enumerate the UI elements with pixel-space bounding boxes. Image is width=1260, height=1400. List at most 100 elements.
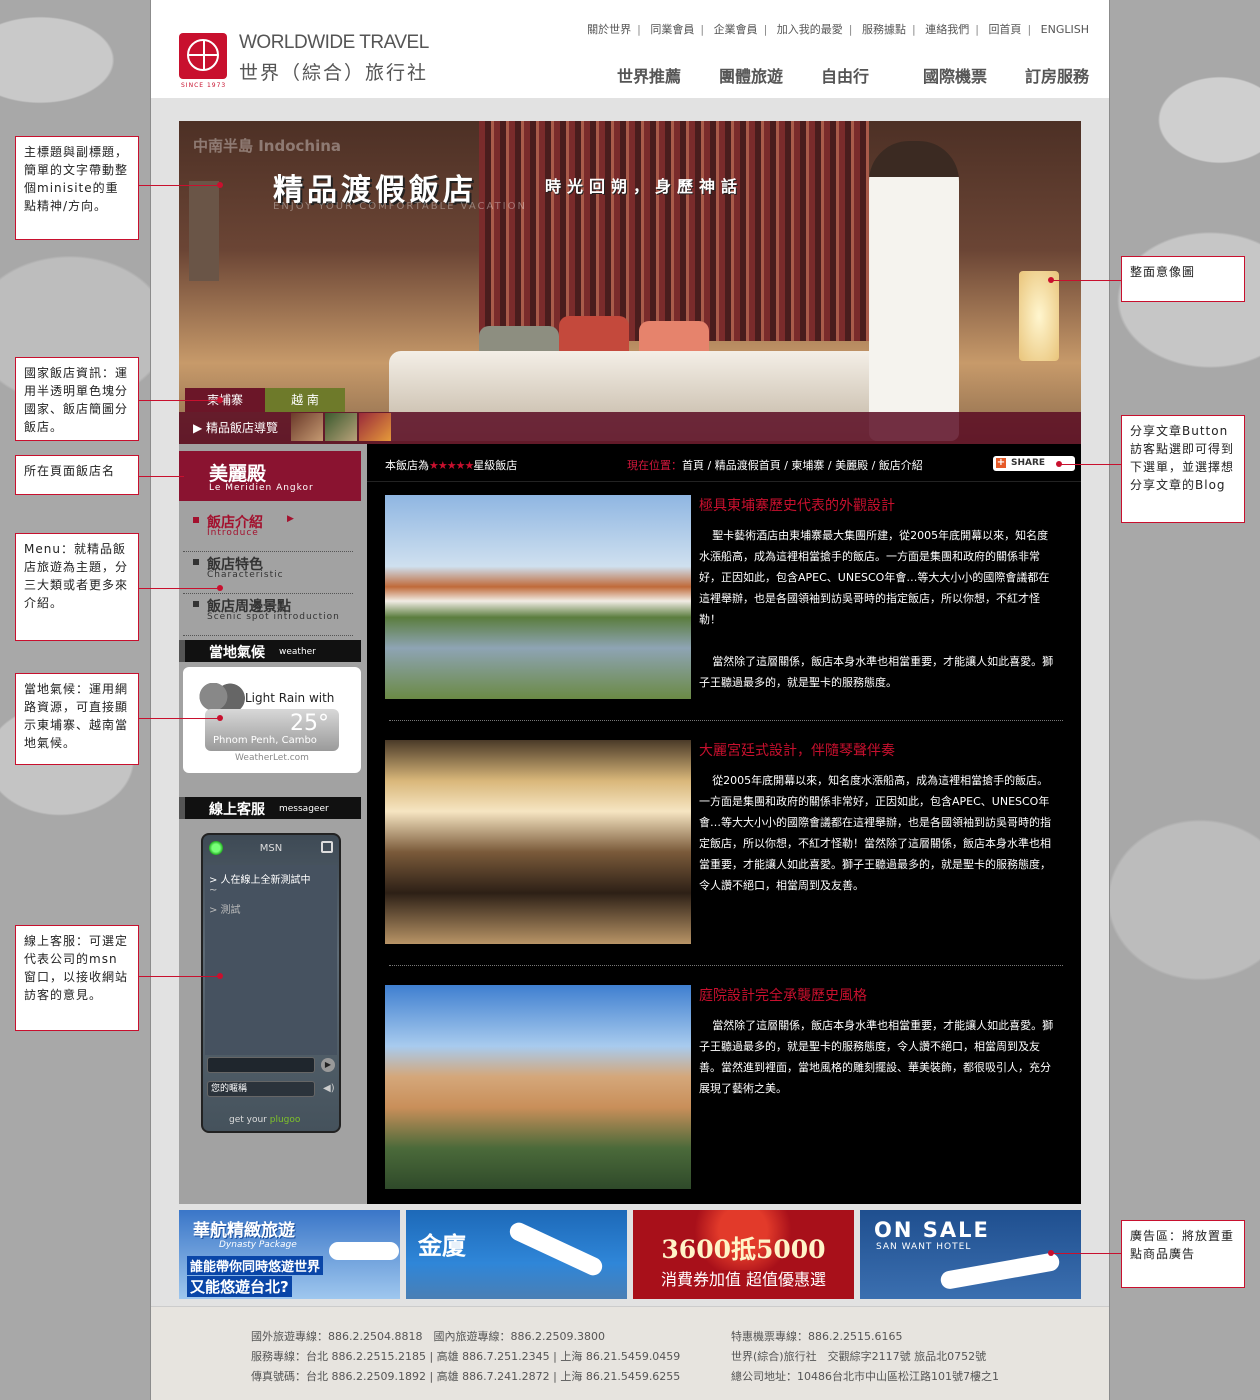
brand-name: plugoo	[269, 1115, 301, 1125]
logo-icon[interactable]	[179, 33, 227, 79]
top-link-corporate-member[interactable]: 企業會員	[714, 21, 758, 37]
msn-nickname-input[interactable]: 您的暱稱	[207, 1081, 315, 1097]
hero-person	[869, 141, 959, 441]
breadcrumb: 現在位置：首頁 / 精品渡假首頁 / 柬埔寨 / 美麗殿 / 飯店介紹	[627, 457, 923, 473]
ad-line: 又能悠遊台北?	[187, 1276, 292, 1297]
article-paragraph: 聖卡藝術酒店由東埔寨最大集團所建，從2005年底開幕以來，知名度水漲船高，成為這…	[699, 529, 1050, 626]
annotation-country-info: 國家飯店資訊：運用半透明單色塊分國家、飯店簡圖分飯店。	[15, 357, 139, 441]
article-body: 當然除了這層關係，飯店本身水準也相當重要，才能讓人如此喜愛。獅子王聽過最多的，就…	[699, 1019, 1054, 1095]
annotation-leader	[139, 185, 220, 186]
annotation-messenger: 線上客服：可選定代表公司的msn窗口，以接收網站訪客的意見。	[15, 925, 139, 1031]
sidebar: 美麗殿 Le Meridien Angkor 飯店介紹 ▶ Introduce …	[179, 444, 367, 1204]
article-body: 聖卡藝術酒店由東埔寨最大集團所建，從2005年底開幕以來，知名度水漲船高，成為這…	[699, 525, 1059, 693]
ad-title: 華航精緻旅遊	[193, 1221, 295, 1241]
divider	[389, 720, 1063, 721]
messenger-header-en: messageer	[279, 804, 329, 814]
top-link-about[interactable]: 關於世界	[587, 21, 631, 37]
msn-chat-log: > 人在線上全新測試中 ~ > 測試	[205, 865, 337, 1055]
nav-group-tour[interactable]: 團體旅遊	[719, 63, 821, 87]
footer-line: 特惠機票專線：886.2.2515.6165	[731, 1330, 903, 1343]
article-title: 極具東埔寨歷史代表的外觀設計	[699, 498, 895, 514]
star-rating-icon: ★★★★★	[429, 459, 474, 472]
hero-region: 中南半島 Indochina	[193, 137, 342, 155]
msn-brand[interactable]: get your plugoo	[229, 1115, 300, 1125]
send-icon[interactable]: ▶	[321, 1058, 335, 1072]
top-link-favorite[interactable]: 加入我的最愛	[777, 21, 843, 37]
footer-line: 國外旅遊專線：886.2.2504.8818 國內旅遊專線：886.2.2509…	[251, 1330, 605, 1343]
top-link-home[interactable]: 回首頁	[988, 21, 1021, 37]
logo-text-zh[interactable]: 世界（綜合）旅行社	[239, 58, 428, 85]
article-title: 庭院設計完全承襲歷史風格	[699, 988, 867, 1004]
nav-recommend[interactable]: 世界推薦	[617, 63, 719, 87]
messenger-header: 線上客服 messageer	[179, 797, 361, 819]
hotel-name-box: 美麗殿 Le Meridien Angkor	[179, 451, 361, 501]
top-link-english[interactable]: ENGLISH	[1041, 23, 1089, 36]
airplane-icon	[939, 1251, 1061, 1291]
article: 極具東埔寨歷史代表的外觀設計 聖卡藝術酒店由東埔寨最大集團所建，從2005年底開…	[385, 495, 1065, 699]
article-image	[385, 740, 691, 944]
ad-banner-china-airlines[interactable]: 華航精緻旅遊 Dynasty Package 誰能帶你同時悠遊世界 又能悠遊台北…	[179, 1210, 400, 1299]
annotation-weather: 當地氣候：運用網路資源，可直接顯示東埔寨、越南當地氣候。	[15, 673, 139, 765]
weather-temp: 25°	[290, 711, 329, 736]
annotation-leader	[139, 588, 220, 589]
tab-vietnam[interactable]: 越 南	[265, 388, 345, 412]
hero-subtitle: ENJOY YOUR COMFORTABLE VACATION	[273, 201, 527, 212]
top-link-contact[interactable]: 連絡我們	[925, 21, 969, 37]
footer-contact-right: 特惠機票專線：886.2.2515.6165 世界(綜合)旅行社 交觀綜字211…	[731, 1327, 999, 1387]
logo-since: SINCE 1973	[181, 82, 227, 89]
top-link-locations[interactable]: 服務據點	[862, 21, 906, 37]
nav-free-travel[interactable]: 自由行	[821, 63, 923, 87]
article-title: 大麗宮廷式設計，伴隨琴聲伴奏	[699, 743, 895, 759]
ad-banner-row: 華航精緻旅遊 Dynasty Package 誰能帶你同時悠遊世界 又能悠遊台北…	[179, 1210, 1081, 1299]
ad-title: ON SALE	[874, 1218, 990, 1242]
footer-line: 世界(綜合)旅行社 交觀綜字2117號 旅品北0752號	[731, 1350, 987, 1363]
footer-line: 服務專線：台北 886.2.2515.2185 | 高雄 886.7.251.2…	[251, 1350, 681, 1363]
ad-title: 3600抵5000	[661, 1235, 826, 1264]
hotel-thumbnail[interactable]	[325, 413, 357, 441]
menu-label-en: Scenic spot introduction	[207, 612, 340, 622]
page-container: SINCE 1973 WORLDWIDE TRAVEL 世界（綜合）旅行社 關於…	[150, 0, 1110, 1400]
menu-item-scenic[interactable]: 飯店周邊景點 Scenic spot introduction	[183, 594, 353, 636]
airplane-icon	[506, 1219, 606, 1279]
annotation-menu: Menu：就精品飯店旅遊為主題，分三大類或者更多來介紹。	[15, 533, 139, 641]
article: 大麗宮廷式設計，伴隨琴聲伴奏 從2005年底開幕以來，知名度水漲船高，成為這裡相…	[385, 740, 1065, 944]
ad-subtitle: Dynasty Package	[219, 1240, 297, 1250]
chat-line: > 測試	[209, 905, 241, 916]
share-label: SHARE	[1011, 458, 1046, 468]
logo-text-en[interactable]: WORLDWIDE TRAVEL	[239, 32, 429, 54]
bullet-icon	[193, 559, 199, 565]
top-link-trade-member[interactable]: 同業會員	[650, 21, 694, 37]
hotel-thumbnail[interactable]	[291, 413, 323, 441]
annotation-leader	[1052, 280, 1121, 281]
article: 庭院設計完全承襲歷史風格 當然除了這層關係，飯店本身水準也相當重要，才能讓人如此…	[385, 985, 1065, 1189]
window-icon[interactable]	[321, 841, 333, 853]
ad-line: 誰能帶你同時悠遊世界	[187, 1256, 324, 1275]
annotation-dot	[1048, 1250, 1054, 1256]
speaker-icon[interactable]: ◀)	[323, 1083, 335, 1094]
airplane-icon	[329, 1242, 399, 1260]
ad-banner-kinmen-xiamen[interactable]: 金廈	[406, 1210, 627, 1299]
annotation-dot	[1048, 277, 1054, 283]
nav-air-tickets[interactable]: 國際機票	[923, 63, 1025, 87]
menu-item-introduce[interactable]: 飯店介紹 ▶ Introduce	[183, 510, 353, 552]
menu-label-en: Introduce	[207, 528, 259, 538]
footer-line: 傳真號碼：台北 886.2.2509.1892 | 高雄 886.7.241.2…	[251, 1370, 681, 1383]
msn-message-input[interactable]	[207, 1057, 315, 1073]
annotation-ads: 廣告區：將放置重點商品廣告	[1121, 1220, 1245, 1288]
hotel-thumbnail[interactable]	[359, 413, 391, 441]
footer-line: 總公司地址：10486台北市中山區松江路101號7樓之1	[731, 1370, 999, 1383]
weather-widget[interactable]: ⚡ Light Rain with 25° Phnom Penh, Cambo …	[183, 667, 361, 773]
msn-chat-widget: MSN > 人在線上全新測試中 ~ > 測試 ▶ 您的暱稱 ◀) get you…	[201, 833, 341, 1133]
hotel-name-en: Le Meridien Angkor	[209, 483, 314, 493]
nav-hotel-booking[interactable]: 訂房服務	[1025, 63, 1127, 87]
annotation-leader	[139, 400, 220, 401]
breadcrumb-label: 現在位置：	[627, 459, 682, 472]
site-footer: 國外旅遊專線：886.2.2504.8818 國內旅遊專線：886.2.2509…	[151, 1306, 1109, 1400]
weather-desc: Light Rain with	[245, 691, 335, 705]
breadcrumb-path[interactable]: 首頁 / 精品渡假首頁 / 柬埔寨 / 美麗殿 / 飯店介紹	[682, 459, 923, 472]
hero-banner: 中南半島 Indochina 精品渡假飯店 時光回朔，身歷神話 ENJOY YO…	[179, 121, 1081, 444]
hero-lamp	[1019, 271, 1059, 361]
weather-credit[interactable]: WeatherLet.com	[183, 753, 361, 763]
ad-banner-voucher[interactable]: 3600抵5000 消費券加值 超值優惠選	[633, 1210, 854, 1299]
main-content: 本飯店為★★★★★星級飯店 現在位置：首頁 / 精品渡假首頁 / 柬埔寨 / 美…	[367, 444, 1081, 1204]
